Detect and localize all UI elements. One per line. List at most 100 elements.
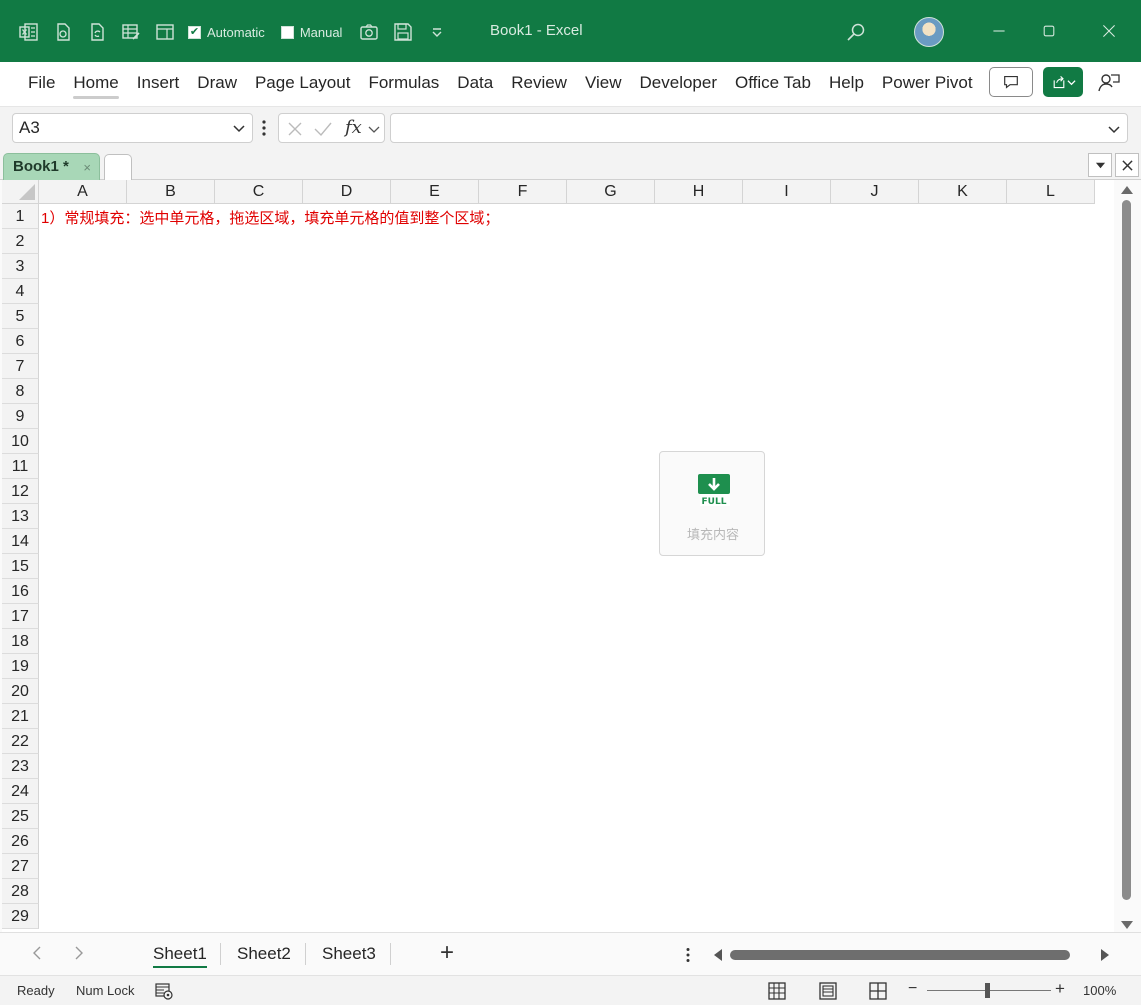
- select-all-corner[interactable]: [2, 180, 39, 204]
- row-header-8[interactable]: 8: [2, 379, 39, 404]
- zoom-slider-thumb[interactable]: [985, 983, 990, 998]
- scroll-left-arrow-icon[interactable]: [714, 949, 722, 961]
- column-header-f[interactable]: F: [479, 180, 567, 204]
- scroll-up-arrow-icon[interactable]: [1121, 186, 1133, 194]
- row-header-23[interactable]: 23: [2, 754, 39, 779]
- row-header-18[interactable]: 18: [2, 629, 39, 654]
- enter-check-icon[interactable]: [313, 120, 333, 138]
- row-header-22[interactable]: 22: [2, 729, 39, 754]
- column-header-b[interactable]: B: [127, 180, 215, 204]
- fill-content-widget[interactable]: FULL 填充内容: [659, 451, 765, 556]
- row-header-6[interactable]: 6: [2, 329, 39, 354]
- insert-function-button[interactable]: fx: [345, 117, 362, 138]
- chevron-left-icon[interactable]: [30, 945, 46, 961]
- more-sheets-icon[interactable]: [686, 947, 690, 963]
- page-layout-view-icon[interactable]: [819, 982, 837, 1000]
- tab-file[interactable]: File: [28, 73, 55, 99]
- book-tab[interactable]: Book1 * ×: [3, 153, 100, 180]
- row-header-21[interactable]: 21: [2, 704, 39, 729]
- minimize-button[interactable]: [988, 20, 1010, 42]
- sync-doc-icon[interactable]: [86, 21, 108, 43]
- formula-input[interactable]: [390, 113, 1128, 143]
- column-header-d[interactable]: D: [303, 180, 391, 204]
- row-header-27[interactable]: 27: [2, 854, 39, 879]
- tab-help[interactable]: Help: [829, 73, 864, 99]
- row-header-4[interactable]: 4: [2, 279, 39, 304]
- worksheet-grid[interactable]: ABCDEFGHIJKL 1 2 3 4 5 6 7 8 9 10 11 12 13 14 15 16 17 18…: [2, 180, 1114, 932]
- row-header-1[interactable]: 1: [2, 204, 39, 229]
- column-header-e[interactable]: E: [391, 180, 479, 204]
- row-header-3[interactable]: 3: [2, 254, 39, 279]
- sheet-tab-sheet1[interactable]: Sheet1: [153, 942, 207, 968]
- close-window-button[interactable]: [1098, 20, 1120, 42]
- add-sheet-button[interactable]: +: [440, 941, 454, 965]
- zoom-in-button[interactable]: +: [1055, 979, 1065, 999]
- camera-icon[interactable]: [358, 21, 380, 43]
- row-header-28[interactable]: 28: [2, 879, 39, 904]
- scroll-right-arrow-icon[interactable]: [1101, 949, 1109, 961]
- accessibility-check-icon[interactable]: [155, 982, 173, 1000]
- close-document-button[interactable]: [1115, 153, 1139, 177]
- row-header-25[interactable]: 25: [2, 804, 39, 829]
- customize-qat-icon[interactable]: [426, 21, 448, 43]
- tab-draw[interactable]: Draw: [197, 73, 237, 99]
- row-header-17[interactable]: 17: [2, 604, 39, 629]
- row-header-26[interactable]: 26: [2, 829, 39, 854]
- tab-power-pivot[interactable]: Power Pivot: [882, 73, 973, 99]
- close-tab-icon[interactable]: ×: [83, 155, 91, 181]
- expand-formula-icon[interactable]: [1107, 122, 1121, 136]
- cell-a1[interactable]: 1）常规填充：选中单元格，拖选区域，填充单元格的值到整个区域；: [41, 207, 499, 228]
- page-break-view-icon[interactable]: [869, 982, 887, 1000]
- table-edit-icon[interactable]: [120, 21, 142, 43]
- tab-insert[interactable]: Insert: [137, 73, 180, 99]
- sheet-tab-sheet2[interactable]: Sheet2: [237, 942, 291, 968]
- tab-page-layout[interactable]: Page Layout: [255, 73, 350, 99]
- user-avatar[interactable]: [914, 17, 944, 47]
- tab-view[interactable]: View: [585, 73, 622, 99]
- tab-review[interactable]: Review: [511, 73, 567, 99]
- column-header-k[interactable]: K: [919, 180, 1007, 204]
- more-options-icon[interactable]: [262, 119, 266, 137]
- zoom-level[interactable]: 100%: [1083, 983, 1116, 998]
- chevron-down-icon[interactable]: [368, 123, 380, 135]
- share-button[interactable]: [1043, 67, 1083, 97]
- row-header-19[interactable]: 19: [2, 654, 39, 679]
- row-header-5[interactable]: 5: [2, 304, 39, 329]
- row-header-15[interactable]: 15: [2, 554, 39, 579]
- tab-formulas[interactable]: Formulas: [368, 73, 439, 99]
- row-header-9[interactable]: 9: [2, 404, 39, 429]
- row-header-2[interactable]: 2: [2, 229, 39, 254]
- row-header-14[interactable]: 14: [2, 529, 39, 554]
- comments-button[interactable]: [989, 67, 1033, 97]
- normal-view-icon[interactable]: [768, 982, 786, 1000]
- name-box[interactable]: A3: [12, 113, 253, 143]
- cell-area[interactable]: 1）常规填充：选中单元格，拖选区域，填充单元格的值到整个区域；: [39, 204, 1114, 932]
- row-header-20[interactable]: 20: [2, 679, 39, 704]
- row-header-10[interactable]: 10: [2, 429, 39, 454]
- chevron-right-icon[interactable]: [70, 945, 86, 961]
- tab-developer[interactable]: Developer: [640, 73, 718, 99]
- vertical-scrollbar[interactable]: [1114, 180, 1141, 932]
- row-header-12[interactable]: 12: [2, 479, 39, 504]
- vertical-scroll-thumb[interactable]: [1122, 200, 1131, 900]
- column-header-j[interactable]: J: [831, 180, 919, 204]
- maximize-button[interactable]: [1038, 20, 1060, 42]
- autosave-manual-checkbox[interactable]: Manual: [280, 25, 342, 40]
- tab-office-tab[interactable]: Office Tab: [735, 73, 811, 99]
- row-header-7[interactable]: 7: [2, 354, 39, 379]
- row-header-11[interactable]: 11: [2, 454, 39, 479]
- column-header-g[interactable]: G: [567, 180, 655, 204]
- presenter-icon[interactable]: [1097, 71, 1121, 95]
- column-header-c[interactable]: C: [215, 180, 303, 204]
- scroll-down-arrow-icon[interactable]: [1121, 921, 1133, 929]
- tab-home[interactable]: Home: [73, 73, 120, 99]
- new-tab-button[interactable]: [104, 154, 132, 180]
- column-header-a[interactable]: A: [39, 180, 127, 204]
- sheet-tab-sheet3[interactable]: Sheet3: [322, 942, 376, 968]
- column-header-h[interactable]: H: [655, 180, 743, 204]
- horizontal-scroll-thumb[interactable]: [730, 950, 1070, 960]
- save-icon[interactable]: [392, 21, 414, 43]
- row-header-13[interactable]: 13: [2, 504, 39, 529]
- row-header-16[interactable]: 16: [2, 579, 39, 604]
- zoom-out-button[interactable]: −: [908, 980, 917, 998]
